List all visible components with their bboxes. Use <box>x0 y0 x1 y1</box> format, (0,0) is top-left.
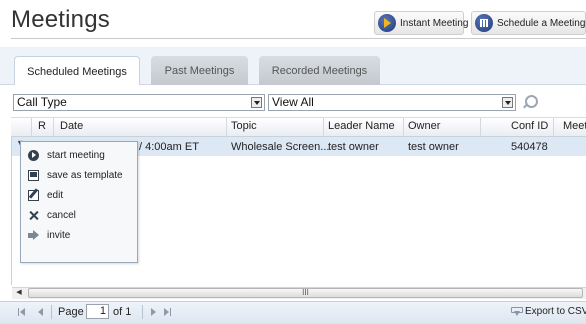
export-csv-label: Export to CSV <box>525 306 586 317</box>
row-date: / 4:00am ET <box>139 141 199 153</box>
page-number-input[interactable]: 1 <box>86 304 109 319</box>
instant-meeting-icon <box>378 14 396 32</box>
calendar-icon <box>475 14 493 32</box>
view-filter-select[interactable]: View All <box>268 94 516 111</box>
menu-item-label: save as template <box>47 169 123 181</box>
menu-item-save-as-template[interactable]: save as template <box>28 166 132 184</box>
call-type-value: Call Type <box>17 95 67 109</box>
menu-item-label: cancel <box>47 209 76 221</box>
row-leader-name: test owner <box>328 141 379 153</box>
column-header-leader-name[interactable]: Leader Name <box>328 120 395 132</box>
menu-item-start-meeting[interactable]: start meeting <box>28 146 132 164</box>
column-header-conf-id[interactable]: Conf ID <box>511 120 548 132</box>
column-divider <box>403 118 404 136</box>
previous-page-icon[interactable] <box>35 307 45 317</box>
instant-meeting-label: Instant Meeting <box>400 17 469 29</box>
column-header-r[interactable]: R <box>38 120 46 132</box>
scrollbar-thumb[interactable]: III <box>28 288 583 298</box>
view-filter-value: View All <box>272 95 314 109</box>
last-page-icon[interactable] <box>162 307 172 317</box>
chevron-down-icon[interactable] <box>502 97 513 108</box>
menu-item-cancel[interactable]: cancel <box>28 206 132 224</box>
tab-scheduled-meetings[interactable]: Scheduled Meetings <box>14 56 140 86</box>
page-label: Page <box>58 306 84 318</box>
scroll-left-icon[interactable]: ◀ <box>12 287 26 299</box>
row-owner: test owner <box>408 141 459 153</box>
play-icon <box>28 149 39 161</box>
chevron-down-icon[interactable] <box>251 97 262 108</box>
next-page-icon[interactable] <box>148 307 158 317</box>
header-divider <box>11 38 586 39</box>
schedule-meeting-button[interactable]: Schedule a Meeting <box>471 11 586 35</box>
column-header-date[interactable]: Date <box>60 120 83 132</box>
call-type-select[interactable]: Call Type <box>13 94 265 111</box>
invite-arrow-icon <box>28 229 39 241</box>
tab-recorded-meetings[interactable]: Recorded Meetings <box>259 56 380 85</box>
first-page-icon[interactable] <box>17 307 27 317</box>
column-header-meeting[interactable]: Meeti <box>563 120 586 132</box>
cancel-icon <box>28 210 39 221</box>
column-divider <box>553 118 554 136</box>
schedule-meeting-label: Schedule a Meeting <box>497 17 586 29</box>
column-divider <box>53 118 54 136</box>
column-header-topic[interactable]: Topic <box>231 120 257 132</box>
pager-divider <box>51 305 52 319</box>
scrollbar-grip: III <box>302 288 309 297</box>
menu-item-edit[interactable]: edit <box>28 186 132 204</box>
grid-header <box>11 117 586 137</box>
menu-item-label: edit <box>47 189 64 201</box>
column-divider <box>480 118 481 136</box>
column-divider <box>323 118 324 136</box>
row-topic: Wholesale Screen... <box>231 141 330 153</box>
search-icon[interactable] <box>522 93 540 111</box>
page-count: of 1 <box>113 306 132 318</box>
pager-divider <box>142 305 143 319</box>
edit-icon <box>28 189 39 201</box>
export-csv-button[interactable]: Export to CSV <box>511 306 586 317</box>
column-header-owner[interactable]: Owner <box>408 120 440 132</box>
export-icon <box>511 307 523 316</box>
menu-item-label: invite <box>47 229 71 241</box>
menu-item-label: start meeting <box>47 149 105 161</box>
page-title: Meetings <box>11 6 110 33</box>
row-conf-id: 540478 <box>511 141 548 153</box>
column-divider <box>226 118 227 136</box>
instant-meeting-button[interactable]: Instant Meeting <box>374 11 468 35</box>
template-icon <box>28 169 39 181</box>
column-divider <box>31 118 32 136</box>
tab-past-meetings[interactable]: Past Meetings <box>151 56 248 85</box>
menu-item-invite[interactable]: invite <box>28 226 132 244</box>
